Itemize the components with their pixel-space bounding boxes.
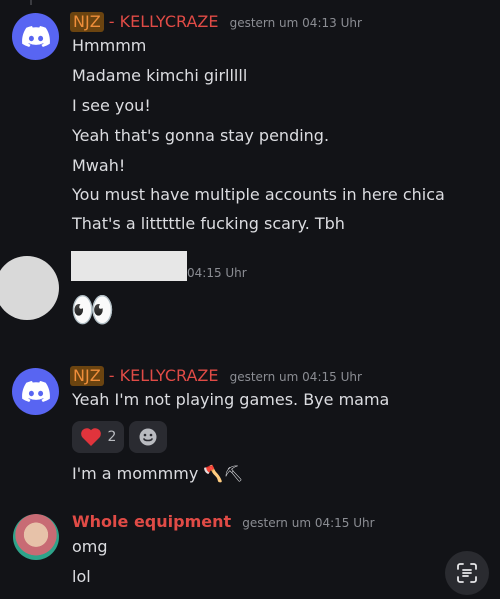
name-separator: - xyxy=(108,12,115,31)
message-text: lol xyxy=(72,567,91,586)
timestamp: gestern um 04:15 Uhr xyxy=(242,516,375,530)
message-text: You must have multiple accounts in here … xyxy=(72,185,445,204)
avatar-discord[interactable] xyxy=(12,13,59,60)
username[interactable]: KELLYCRAZE xyxy=(120,12,219,31)
message-header: Whole equipment gestern um 04:15 Uhr xyxy=(72,512,375,532)
message-text: Hmmmm xyxy=(72,36,147,55)
add-reaction-icon xyxy=(139,428,157,446)
message-text: Yeah I'm not playing games. Bye mama xyxy=(72,390,390,409)
message-text: Yeah that's gonna stay pending. xyxy=(72,126,330,145)
role-tag[interactable]: NJZ xyxy=(70,12,104,32)
avatar-redacted[interactable] xyxy=(0,256,59,320)
timestamp: gestern um 04:13 Uhr xyxy=(229,16,362,30)
message-header: NJZ - KELLYCRAZE gestern um 04:13 Uhr xyxy=(70,12,362,32)
message-header: NJZ - KELLYCRAZE gestern um 04:15 Uhr xyxy=(70,366,362,386)
thread-line xyxy=(30,0,32,5)
add-reaction-button[interactable] xyxy=(129,421,167,453)
message-text: Madame kimchi girlllll xyxy=(72,66,248,85)
timestamp: 04:15 Uhr xyxy=(187,266,247,280)
avatar-user[interactable] xyxy=(13,514,59,560)
avatar-discord[interactable] xyxy=(12,368,59,415)
message-text: Mwah! xyxy=(72,156,126,175)
discord-logo-icon xyxy=(21,380,50,402)
text-recognition-button[interactable] xyxy=(445,551,489,595)
message-text: I see you! xyxy=(72,96,151,115)
username[interactable]: Whole equipment xyxy=(72,512,231,531)
role-tag[interactable]: NJZ xyxy=(70,366,104,386)
username[interactable]: KELLYCRAZE xyxy=(120,366,219,385)
name-separator: - xyxy=(108,366,115,385)
reaction-count: 2 xyxy=(107,429,117,445)
message-text: I'm a mommmy 🪓⛏ xyxy=(72,464,244,483)
redacted-username xyxy=(71,251,187,281)
timestamp: gestern um 04:15 Uhr xyxy=(229,370,362,384)
text-recognition-icon xyxy=(457,563,477,583)
eyes-emoji: 👀 xyxy=(70,290,115,331)
discord-logo-icon xyxy=(21,25,50,47)
heart-icon xyxy=(80,428,101,446)
message-text: omg xyxy=(72,537,108,556)
message-text: That's a litttttle fucking scary. Tbh xyxy=(72,214,345,233)
reaction-heart[interactable]: 2 xyxy=(72,421,124,453)
